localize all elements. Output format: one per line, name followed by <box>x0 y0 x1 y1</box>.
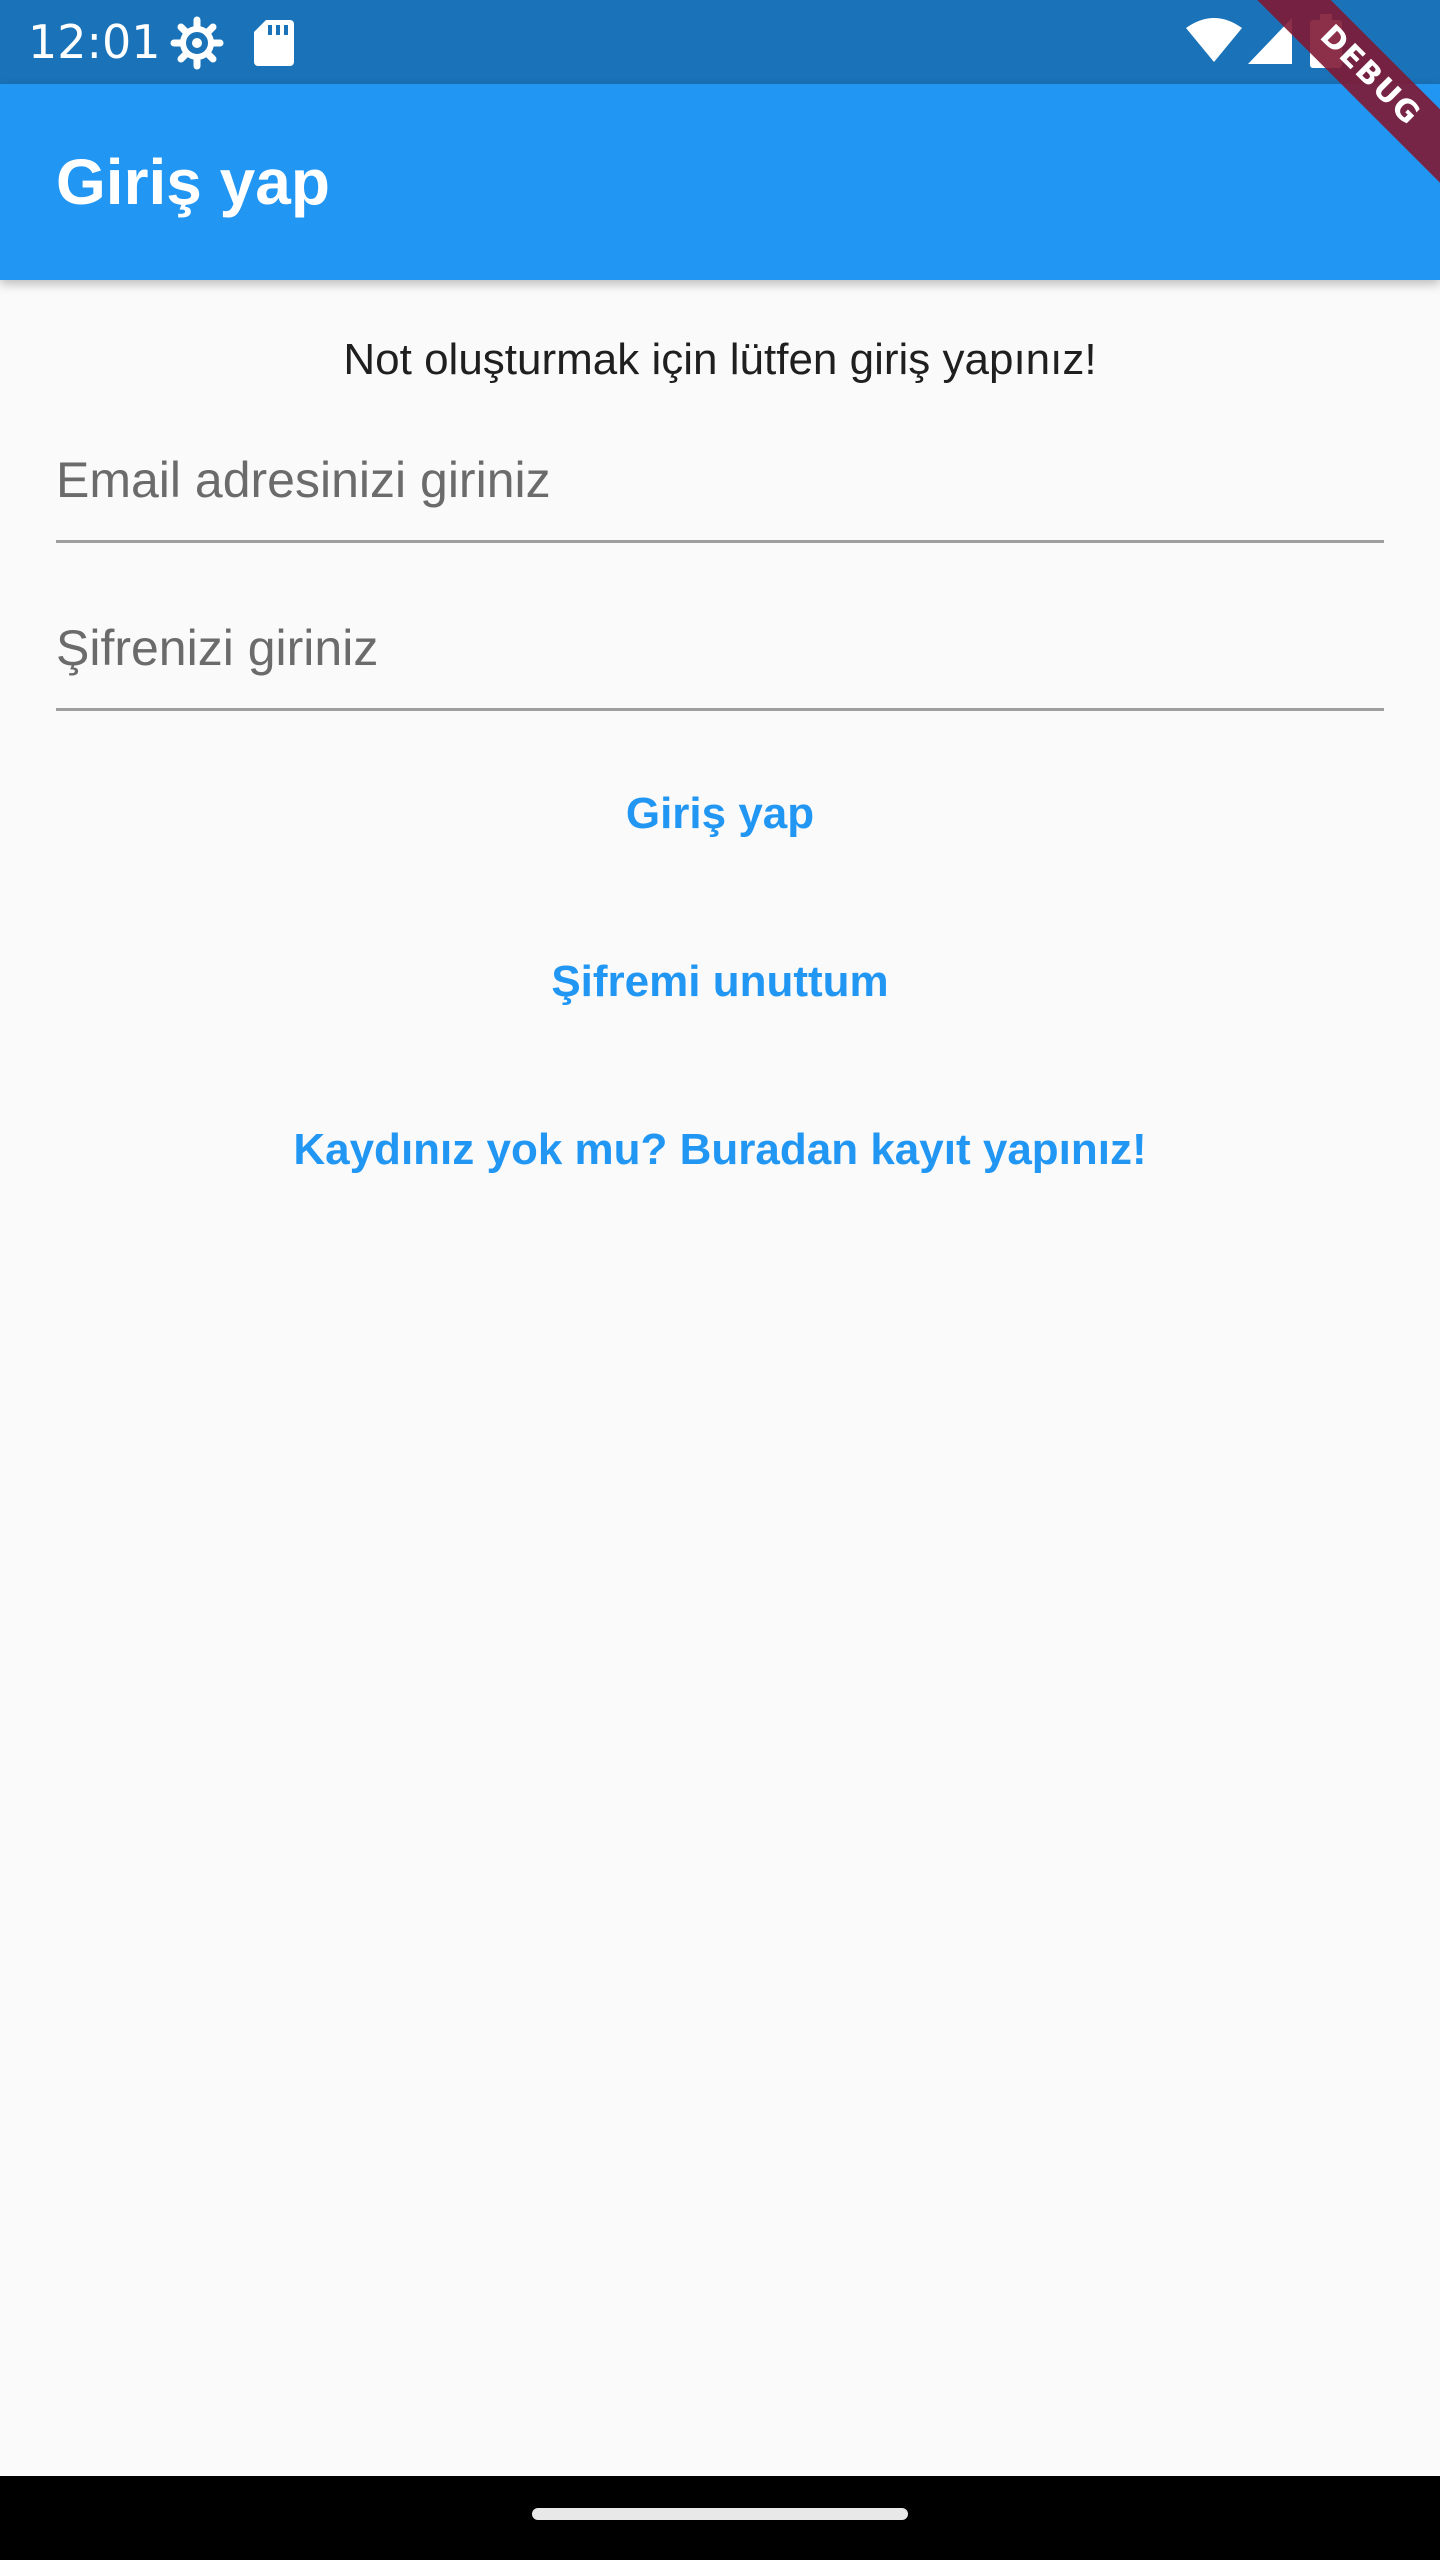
email-field[interactable] <box>56 420 1384 543</box>
register-button[interactable]: Kaydınız yok mu? Buradan kayıt yapınız! <box>0 1120 1440 1180</box>
status-bar: 12:01 <box>0 0 1440 84</box>
app-bar-title: Giriş yap <box>56 146 330 218</box>
status-time: 12:01 <box>28 15 161 69</box>
home-gesture-handle[interactable] <box>532 2508 908 2520</box>
wifi-icon <box>1186 18 1242 66</box>
login-info-text: Not oluşturmak için lütfen giriş yapınız… <box>343 335 1097 384</box>
cell-signal-icon <box>1248 18 1292 68</box>
system-navigation-bar <box>0 2476 1440 2560</box>
battery-icon <box>1310 14 1342 72</box>
forgot-password-button[interactable]: Şifremi unuttum <box>0 952 1440 1012</box>
email-input[interactable] <box>56 420 1384 540</box>
settings-gear-icon <box>170 16 224 74</box>
sd-card-icon <box>254 20 294 70</box>
password-input[interactable] <box>56 588 1384 708</box>
app-bar: Giriş yap <box>0 84 1440 280</box>
login-button[interactable]: Giriş yap <box>0 784 1440 844</box>
password-field[interactable] <box>56 588 1384 711</box>
